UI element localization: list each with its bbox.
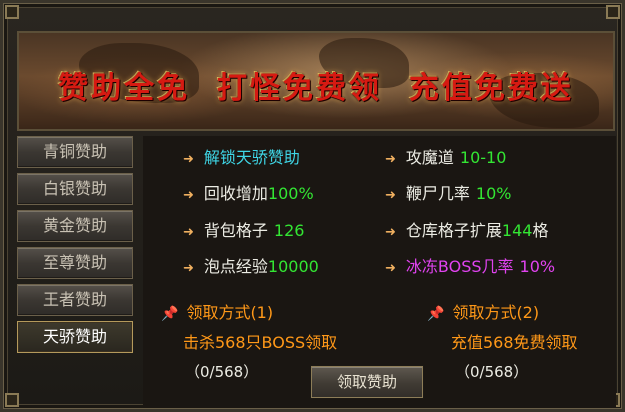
benefit-row: ➜ 背包格子 126 (183, 220, 304, 242)
benefit-label: 仓库格子扩展 (405, 221, 502, 240)
benefit-label: 攻魔道 (405, 148, 454, 167)
benefit-value: 10% (475, 184, 512, 203)
benefit-row: ➜ 泡点经验10000 (183, 256, 319, 278)
benefit-label: 回收增加 (203, 184, 268, 203)
pin-icon: 📌 (427, 306, 445, 322)
arrow-right-icon: ➜ (385, 261, 396, 276)
tier-bronze-button[interactable]: 青铜赞助 (17, 136, 133, 168)
benefit-label: 泡点经验 (203, 257, 268, 276)
claim-method-1-title: 📌 领取方式(1) (161, 303, 274, 322)
arrow-right-icon: ➜ (385, 188, 396, 203)
benefit-value: 10000 (267, 257, 319, 276)
benefit-row: ➜ 解锁天骄赞助 (183, 147, 300, 169)
tier-king-button[interactable]: 王者赞助 (17, 284, 133, 316)
benefit-value: 144 (501, 221, 533, 240)
tier-tianjiao-button[interactable]: 天骄赞助 (17, 321, 133, 353)
arrow-right-icon: ➜ (385, 225, 396, 240)
arrow-right-icon: ➜ (385, 152, 396, 167)
benefit-row: ➜ 冰冻BOSS几率 10% (385, 256, 555, 278)
pin-icon: 📌 (161, 306, 179, 322)
benefit-value: 126 (273, 221, 305, 240)
frame-corner (5, 5, 19, 19)
benefit-value: 10% (519, 257, 556, 276)
arrow-right-icon: ➜ (183, 225, 194, 240)
claim-method-2-title: 📌 领取方式(2) (427, 303, 540, 322)
banner-title: 赞助全免 打怪免费领 充值免费送 (58, 71, 574, 106)
benefit-row: ➜ 仓库格子扩展144格 (385, 220, 548, 242)
frame-corner (606, 5, 620, 19)
arrow-right-icon: ➜ (183, 188, 194, 203)
sponsor-panel: 赞助全免 打怪免费领 充值免费送 青铜赞助 白银赞助 黄金赞助 至尊赞助 王者赞… (0, 0, 625, 412)
claim-sponsor-button[interactable]: 领取赞助 (311, 366, 423, 398)
claim-method-1-desc: 击杀568只BOSS领取 (183, 333, 338, 352)
frame-corner (5, 393, 19, 407)
benefit-row: ➜ 攻魔道 10-10 (385, 147, 506, 169)
benefit-label: 背包格子 (203, 221, 268, 240)
benefit-label: 冰冻BOSS几率 (405, 257, 514, 276)
benefit-value: 100% (267, 184, 314, 203)
benefit-label: 解锁天骄赞助 (203, 148, 300, 167)
promo-banner: 赞助全免 打怪免费领 充值免费送 (17, 31, 615, 131)
tier-silver-button[interactable]: 白银赞助 (17, 173, 133, 205)
tier-supreme-button[interactable]: 至尊赞助 (17, 247, 133, 279)
benefit-suffix: 格 (532, 221, 549, 240)
sponsor-tier-sidebar: 青铜赞助 白银赞助 黄金赞助 至尊赞助 王者赞助 天骄赞助 (17, 136, 133, 358)
tier-gold-button[interactable]: 黄金赞助 (17, 210, 133, 242)
claim-method-1-progress: （0/568） (185, 363, 259, 381)
benefit-row: ➜ 鞭尸几率 10% (385, 183, 511, 205)
benefit-row: ➜ 回收增加100% (183, 183, 314, 205)
arrow-right-icon: ➜ (183, 261, 194, 276)
benefit-value: 10-10 (459, 148, 507, 167)
claim-method-2-desc: 充值568免费领取 (451, 333, 578, 352)
arrow-right-icon: ➜ (183, 152, 194, 167)
claim-method-2-progress: （0/568） (455, 363, 529, 381)
benefit-label: 鞭尸几率 (405, 184, 470, 203)
benefits-panel: ➜ 解锁天骄赞助 ➜ 回收增加100% ➜ 背包格子 126 ➜ 泡点经验10000 ➜ 攻… (143, 136, 616, 408)
